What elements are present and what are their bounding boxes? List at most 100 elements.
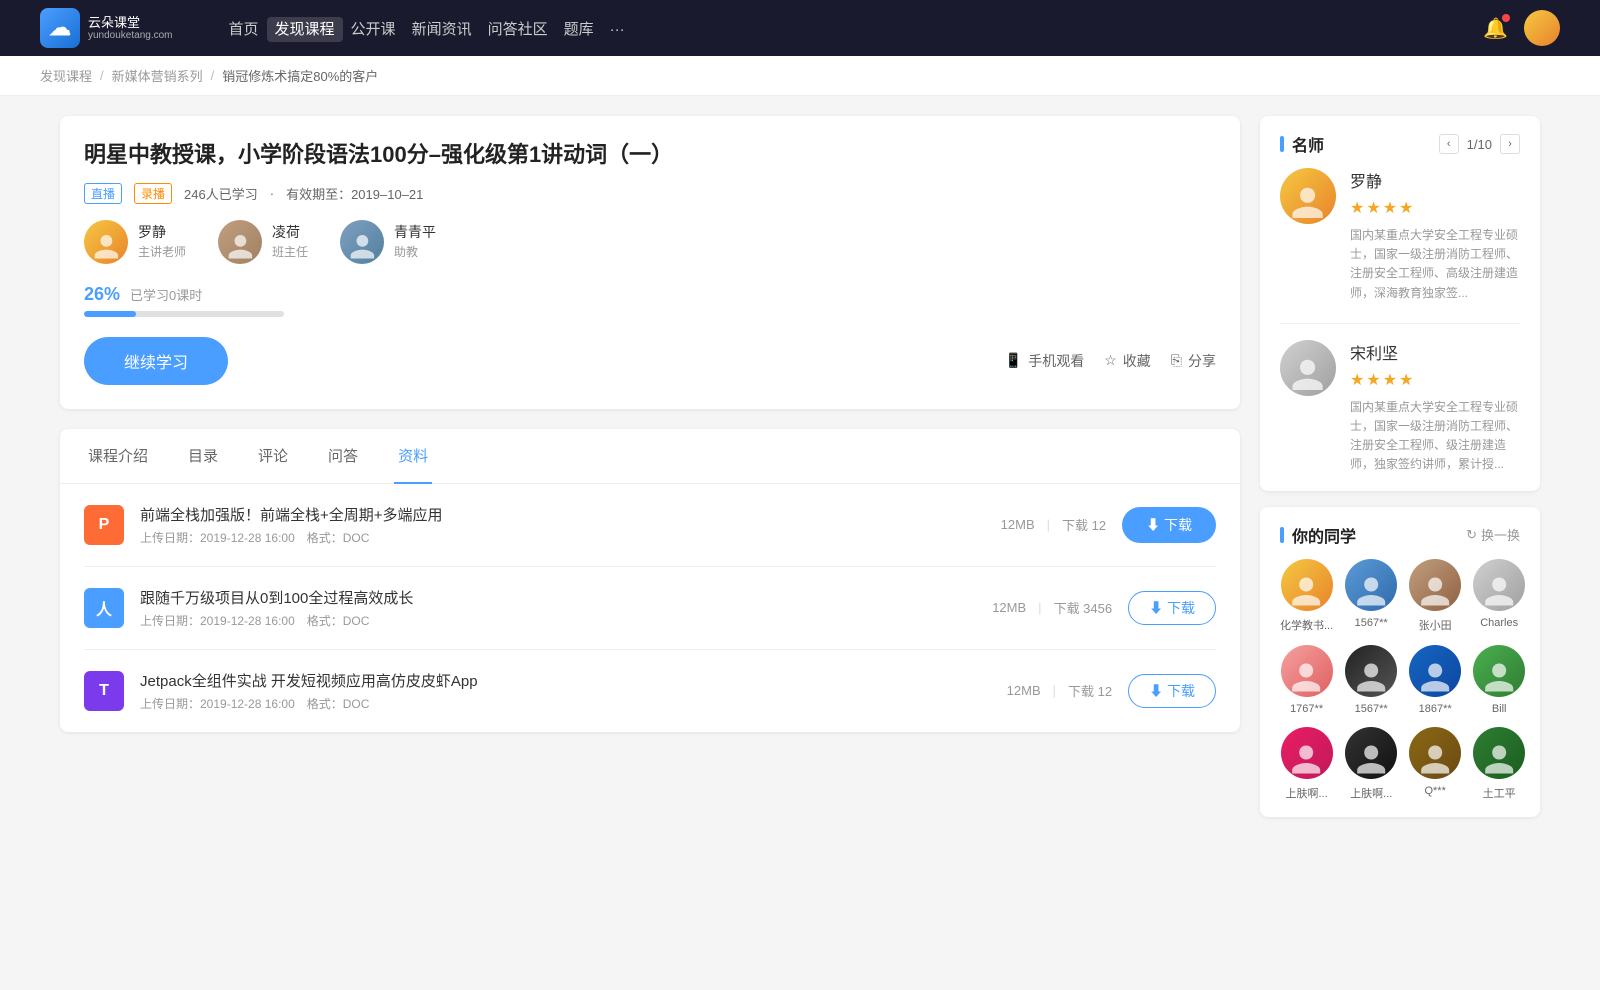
- download-btn-solid[interactable]: ⬇ 下载: [1122, 507, 1216, 543]
- download-btn[interactable]: ⬇ 下载: [1128, 674, 1216, 708]
- phone-watch-label: 手机观看: [1028, 351, 1084, 371]
- nav-item-新闻资讯[interactable]: 新闻资讯: [404, 17, 480, 42]
- phone-watch-link[interactable]: 📱 手机观看: [1005, 351, 1084, 371]
- classmate-item[interactable]: 上肤啊...: [1345, 727, 1397, 801]
- notification-bell[interactable]: 🔔: [1483, 16, 1508, 41]
- nav-item-问答社区[interactable]: 问答社区: [480, 17, 556, 42]
- nav-item-发现课程[interactable]: 发现课程: [267, 17, 343, 42]
- format: 格式：DOC: [307, 695, 370, 712]
- classmate-name: 1567**: [1345, 617, 1397, 629]
- classmate-name: 1767**: [1280, 703, 1333, 715]
- continue-button[interactable]: 继续学习: [84, 337, 228, 385]
- collect-link[interactable]: ☆ 收藏: [1104, 351, 1151, 371]
- notification-dot: [1502, 14, 1510, 22]
- resource-meta: 上传日期：2019-12-28 16:00 格式：DOC: [140, 529, 985, 546]
- teacher-name: 凌荷: [272, 221, 308, 243]
- classmate-name: Charles: [1473, 617, 1525, 629]
- classmates-grid: 化学教书... 1567** 张小田 Charles 1767** 1567**…: [1260, 559, 1540, 817]
- classmate-item[interactable]: Q***: [1409, 727, 1461, 801]
- share-icon: ⎘: [1171, 352, 1182, 369]
- logo[interactable]: ☁ 云朵课堂 yundouketang.com: [40, 8, 173, 48]
- breadcrumb-item-1[interactable]: 发现课程: [40, 66, 92, 85]
- format: 格式：DOC: [307, 612, 370, 629]
- resource-stats: 12MB | 下载 12: [1007, 681, 1112, 700]
- nav-item-题库[interactable]: 题库: [556, 17, 602, 42]
- refresh-classmates-btn[interactable]: ↻ 换一换: [1466, 525, 1520, 544]
- sidebar: 名师 ‹ 1/10 › 罗静 ★★★★ 国内某重点大学安全工程专业硕士，国家一级…: [1260, 116, 1540, 833]
- nav-item-···[interactable]: ···: [602, 17, 633, 42]
- classmate-item[interactable]: 1567**: [1345, 559, 1397, 633]
- tab-目录[interactable]: 目录: [184, 429, 222, 484]
- action-links: 📱 手机观看 ☆ 收藏 ⎘ 分享: [1005, 351, 1216, 371]
- teachers-sidebar-header: 名师 ‹ 1/10 ›: [1260, 116, 1540, 168]
- classmates-header: 你的同学 ↻ 换一换: [1260, 507, 1540, 559]
- course-title: 明星中教授课，小学阶段语法100分–强化级第1讲动词（一）: [84, 140, 1216, 171]
- teacher-name: 罗静: [138, 221, 186, 243]
- sidebar-teacher-info: 罗静 ★★★★ 国内某重点大学安全工程专业硕士，国家一级注册消防工程师、注册安全…: [1350, 168, 1520, 303]
- classmate-item[interactable]: 1867**: [1409, 645, 1461, 715]
- main-layout: 明星中教授课，小学阶段语法100分–强化级第1讲动词（一） 直播 录播 246人…: [20, 96, 1580, 853]
- action-row: 继续学习 📱 手机观看 ☆ 收藏 ⎘ 分享: [84, 337, 1216, 385]
- resource-item: 人 跟随千万级项目从0到100全过程高效成长 上传日期：2019-12-28 1…: [84, 567, 1216, 650]
- classmate-item[interactable]: 1567**: [1345, 645, 1397, 715]
- prev-page-btn[interactable]: ‹: [1439, 134, 1459, 154]
- teachers-pagination: ‹ 1/10 ›: [1439, 134, 1520, 154]
- refresh-label: 换一换: [1481, 525, 1520, 544]
- avatar-image: [1524, 10, 1560, 46]
- sidebar-teacher-name: 宋利坚: [1350, 340, 1520, 364]
- classmate-avatar: [1345, 559, 1397, 611]
- download-count: 下载 3456: [1054, 598, 1113, 617]
- classmate-item[interactable]: 土工平: [1473, 727, 1525, 801]
- resource-stats: 12MB | 下载 3456: [992, 598, 1112, 617]
- classmate-item[interactable]: 1767**: [1280, 645, 1333, 715]
- sidebar-teacher-item: 罗静 ★★★★ 国内某重点大学安全工程专业硕士，国家一级注册消防工程师、注册安全…: [1260, 168, 1540, 319]
- classmate-item[interactable]: Charles: [1473, 559, 1525, 633]
- tab-评论[interactable]: 评论: [254, 429, 292, 484]
- classmate-name: 上肤啊...: [1345, 785, 1397, 801]
- classmate-item[interactable]: 上肤啊...: [1280, 727, 1333, 801]
- tab-资料[interactable]: 资料: [394, 429, 432, 484]
- resource-info: 跟随千万级项目从0到100全过程高效成长 上传日期：2019-12-28 16:…: [140, 587, 976, 629]
- file-size: 12MB: [1001, 517, 1035, 532]
- next-page-btn[interactable]: ›: [1500, 134, 1520, 154]
- nav-item-首页[interactable]: 首页: [221, 17, 267, 42]
- classmate-name: 张小田: [1409, 617, 1461, 633]
- breadcrumb: 发现课程 / 新媒体营销系列 / 销冠修炼术搞定80%的客户: [0, 56, 1600, 96]
- teacher-info: 凌荷 班主任: [272, 221, 308, 263]
- resource-item: T Jetpack全组件实战 开发短视频应用高仿皮皮虾App 上传日期：2019…: [84, 650, 1216, 732]
- classmate-name: 上肤啊...: [1280, 785, 1333, 801]
- user-avatar[interactable]: [1524, 10, 1560, 46]
- download-btn[interactable]: ⬇ 下载: [1128, 591, 1216, 625]
- nav-item-公开课[interactable]: 公开课: [343, 17, 404, 42]
- resource-name: Jetpack全组件实战 开发短视频应用高仿皮皮虾App: [140, 670, 991, 691]
- classmate-name: 1867**: [1409, 703, 1461, 715]
- classmate-name: 化学教书...: [1280, 617, 1333, 633]
- share-label: 分享: [1188, 351, 1216, 371]
- classmate-avatar: [1473, 727, 1525, 779]
- header: ☁ 云朵课堂 yundouketang.com 首页发现课程公开课新闻资讯问答社…: [0, 0, 1600, 56]
- upload-date: 上传日期：2019-12-28 16:00: [140, 695, 295, 712]
- resource-meta: 上传日期：2019-12-28 16:00 格式：DOC: [140, 612, 976, 629]
- sidebar-teacher-item: 宋利坚 ★★★★ 国内某重点大学安全工程专业硕士，国家一级注册消防工程师、注册安…: [1260, 340, 1540, 491]
- tabs-card: 课程介绍目录评论问答资料 P 前端全栈加强版！前端全栈+全周期+多端应用 上传日…: [60, 429, 1240, 732]
- teacher-name: 青青平: [394, 221, 436, 243]
- breadcrumb-item-2[interactable]: 新媒体营销系列: [112, 66, 203, 85]
- teacher-item: 青青平 助教: [340, 220, 436, 264]
- classmate-item[interactable]: 张小田: [1409, 559, 1461, 633]
- course-card: 明星中教授课，小学阶段语法100分–强化级第1讲动词（一） 直播 录播 246人…: [60, 116, 1240, 409]
- teacher-avatar: [84, 220, 128, 264]
- teacher-info: 青青平 助教: [394, 221, 436, 263]
- breadcrumb-sep-2: /: [211, 68, 215, 83]
- teacher-desc: 国内某重点大学安全工程专业硕士，国家一级注册消防工程师、注册安全工程师、高级注册…: [1350, 226, 1520, 303]
- classmate-item[interactable]: 化学教书...: [1280, 559, 1333, 633]
- share-link[interactable]: ⎘ 分享: [1171, 351, 1216, 371]
- classmate-item[interactable]: Bill: [1473, 645, 1525, 715]
- format: 格式：DOC: [307, 529, 370, 546]
- resource-icon: T: [84, 671, 124, 711]
- stats-sep: |: [1038, 600, 1041, 615]
- header-right: 🔔: [1483, 10, 1560, 46]
- tab-课程介绍[interactable]: 课程介绍: [84, 429, 152, 484]
- tab-问答[interactable]: 问答: [324, 429, 362, 484]
- classmates-section-title: 你的同学: [1280, 523, 1356, 547]
- resource-info: Jetpack全组件实战 开发短视频应用高仿皮皮虾App 上传日期：2019-1…: [140, 670, 991, 712]
